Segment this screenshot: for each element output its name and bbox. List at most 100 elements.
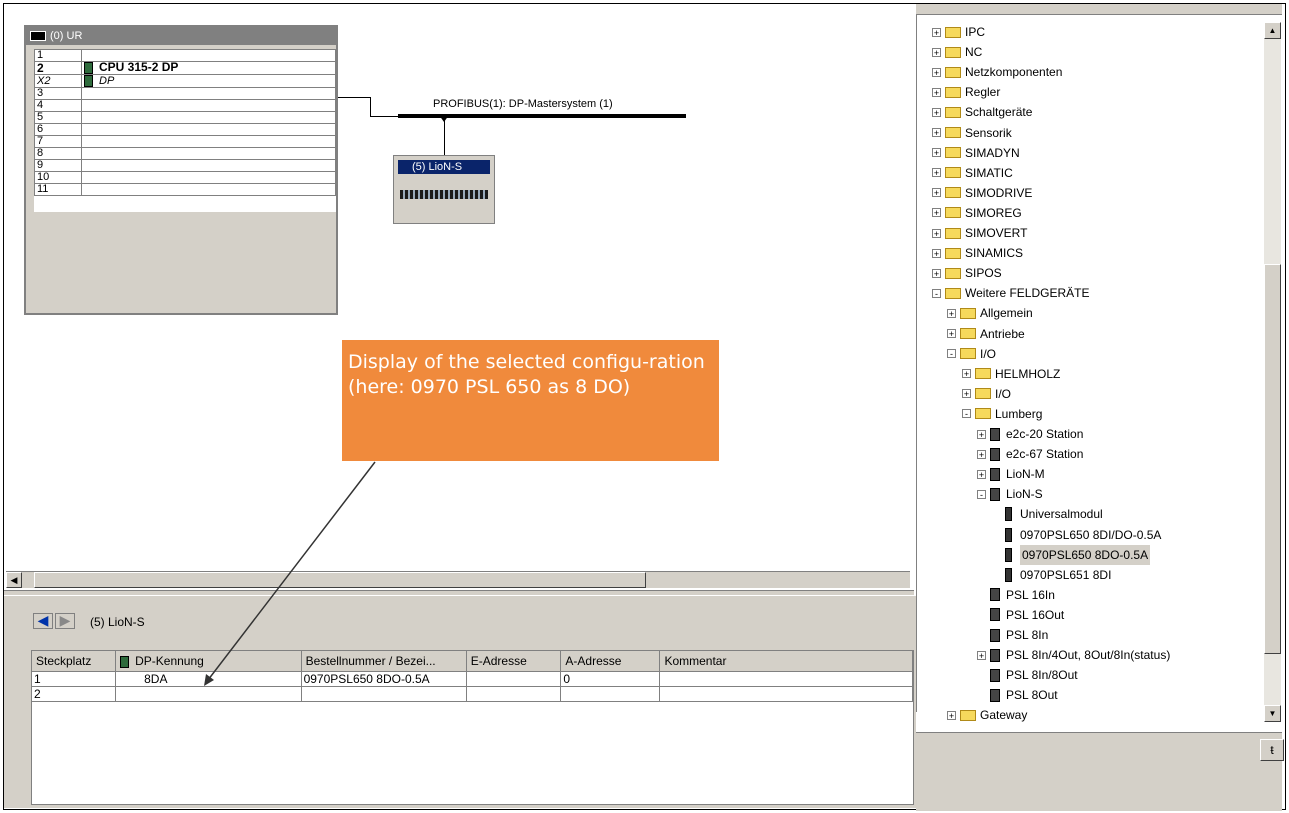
expand-icon[interactable]: + [932,148,941,158]
tree-item[interactable]: PSL 16In [977,585,1055,605]
tree-item[interactable]: + Regler [932,82,1000,102]
tree-item[interactable]: PSL 16Out [977,605,1064,625]
vertical-scrollbar[interactable]: ▲ ▼ [1264,22,1281,722]
tree-item[interactable]: + Sensorik [932,123,1012,143]
tree-item[interactable]: - I/O [947,344,996,364]
scroll-down-icon[interactable]: ▼ [1264,705,1281,722]
collapse-icon[interactable]: - [962,409,971,419]
column-header[interactable]: A-Adresse [560,651,661,672]
expand-icon[interactable]: + [932,87,941,97]
tree-item[interactable]: + SIMOVERT [932,223,1027,243]
expand-icon[interactable]: + [977,449,986,459]
tree-item[interactable]: + LioN-M [977,464,1045,484]
expand-icon[interactable]: + [977,650,986,660]
scroll-up-icon[interactable]: ▲ [1264,22,1281,39]
expand-icon[interactable]: + [977,469,986,479]
tree-item[interactable]: + Netzkomponenten [932,62,1062,82]
expand-icon[interactable]: + [932,47,941,57]
scroll-thumb[interactable] [1264,264,1281,654]
rack-slot-row[interactable]: 3 [34,87,336,100]
tree-item[interactable]: + I/O [962,384,1011,404]
tree-item[interactable]: + IPC [932,22,985,42]
horizontal-scrollbar[interactable]: ◀ [6,571,910,588]
expand-icon[interactable]: + [932,27,941,37]
tree-item[interactable]: - Lumberg [962,404,1042,424]
forward-arrow-icon[interactable]: ▶ [55,613,75,629]
table-cell[interactable] [560,686,661,702]
tree-item[interactable]: PSL 8In [977,625,1048,645]
table-cell[interactable]: 2 [32,686,117,702]
tree-item[interactable]: + SINAMICS [932,243,1023,263]
expand-icon[interactable]: + [932,107,941,117]
pane-splitter[interactable] [4,590,914,595]
tree-item[interactable]: Universalmodul [992,504,1103,524]
expand-icon[interactable]: + [977,429,986,439]
expand-icon[interactable]: + [947,710,956,720]
column-header[interactable]: Steckplatz [32,651,117,672]
tree-item[interactable]: + Schaltgeräte [932,102,1032,122]
tree-item[interactable]: + Antriebe [947,324,1025,344]
expand-icon[interactable]: + [932,168,941,178]
expand-icon[interactable]: + [932,248,941,258]
rack-slot-row[interactable]: 4 [34,99,336,112]
collapse-icon[interactable]: - [947,349,956,359]
rack-slot-row[interactable]: 2 CPU 315-2 DP [34,61,336,75]
tree-item[interactable]: + SIMODRIVE [932,183,1032,203]
table-cell[interactable] [301,686,467,702]
tree-item[interactable]: PSL 8In/8Out [977,665,1078,685]
rack-slot-row[interactable]: 8 [34,147,336,160]
tree-item[interactable]: + Gateway [947,705,1027,725]
table-cell[interactable]: 8DA [115,671,302,687]
expand-icon[interactable]: + [962,389,971,399]
rack-slot-row[interactable]: 1 [34,49,336,62]
collapse-icon[interactable]: - [932,288,941,298]
expand-icon[interactable]: + [932,67,941,77]
collapse-icon[interactable]: - [977,489,986,499]
table-cell[interactable] [659,671,913,687]
table-cell[interactable]: 0 [560,671,661,687]
rack-slot-row[interactable]: X2 DP [34,74,336,88]
expand-icon[interactable]: + [947,308,956,318]
column-header[interactable]: Bestellnummer / Bezei... [301,651,467,672]
expand-icon[interactable]: + [932,128,941,138]
table-cell[interactable] [466,671,562,687]
back-arrow-icon[interactable]: ◀ [33,613,53,629]
column-header[interactable]: E-Adresse [466,651,562,672]
rack-slot-row[interactable]: 11 [34,183,336,196]
tree-item[interactable]: + Allgemein [947,303,1033,323]
tree-item[interactable]: + e2c-20 Station [977,424,1083,444]
tree-item[interactable]: + SIMOREG [932,203,1022,223]
rack-slot-row[interactable]: 7 [34,135,336,148]
expand-icon[interactable]: + [962,369,971,379]
scroll-left-icon[interactable]: ◀ [6,572,22,588]
expand-icon[interactable]: + [947,329,956,339]
tree-item[interactable]: - Weitere FELDGERÄTE [932,283,1089,303]
table-cell[interactable] [115,686,302,702]
tree-item[interactable]: + HELMHOLZ [962,364,1060,384]
tree-item[interactable]: + NC [932,42,982,62]
expand-icon[interactable]: + [932,228,941,238]
table-cell[interactable] [659,686,913,702]
rack-window[interactable]: (0) UR 1 2 CPU 315-2 DP X2 DP 3 4 5 6 7 8 9 10 11 [24,25,338,315]
rack-slot-row[interactable]: 10 [34,171,336,184]
expand-icon[interactable]: + [932,208,941,218]
rack-slot-row[interactable]: 6 [34,123,336,136]
scroll-thumb[interactable] [34,572,646,588]
expand-icon[interactable]: + [932,188,941,198]
column-header[interactable]: DP-Kennung [115,651,302,672]
tree-item[interactable]: 0970PSL651 8DI [992,565,1111,585]
expand-icon[interactable]: + [932,268,941,278]
rack-slot-row[interactable]: 9 [34,159,336,172]
tree-item[interactable]: + e2c-67 Station [977,444,1083,464]
tree-item[interactable]: + SIPOS [932,263,1002,283]
tree-item[interactable]: PSL 8Out [977,685,1058,705]
info-toggle-icon[interactable]: ŧ [1260,739,1284,761]
column-header[interactable]: Kommentar [659,651,913,672]
table-row[interactable]: 2 [32,686,913,702]
tree-item[interactable]: + SIMATIC [932,163,1013,183]
table-row[interactable]: 1 8DA 0970PSL650 8DO-0.5A 0 [32,671,913,687]
table-cell[interactable] [466,686,562,702]
tree-item[interactable]: + PSL 8In/4Out, 8Out/8In(status) [977,645,1170,665]
tree-item[interactable]: 0970PSL650 8DI/DO-0.5A [992,525,1161,545]
tree-item[interactable]: + SIMADYN [932,143,1020,163]
